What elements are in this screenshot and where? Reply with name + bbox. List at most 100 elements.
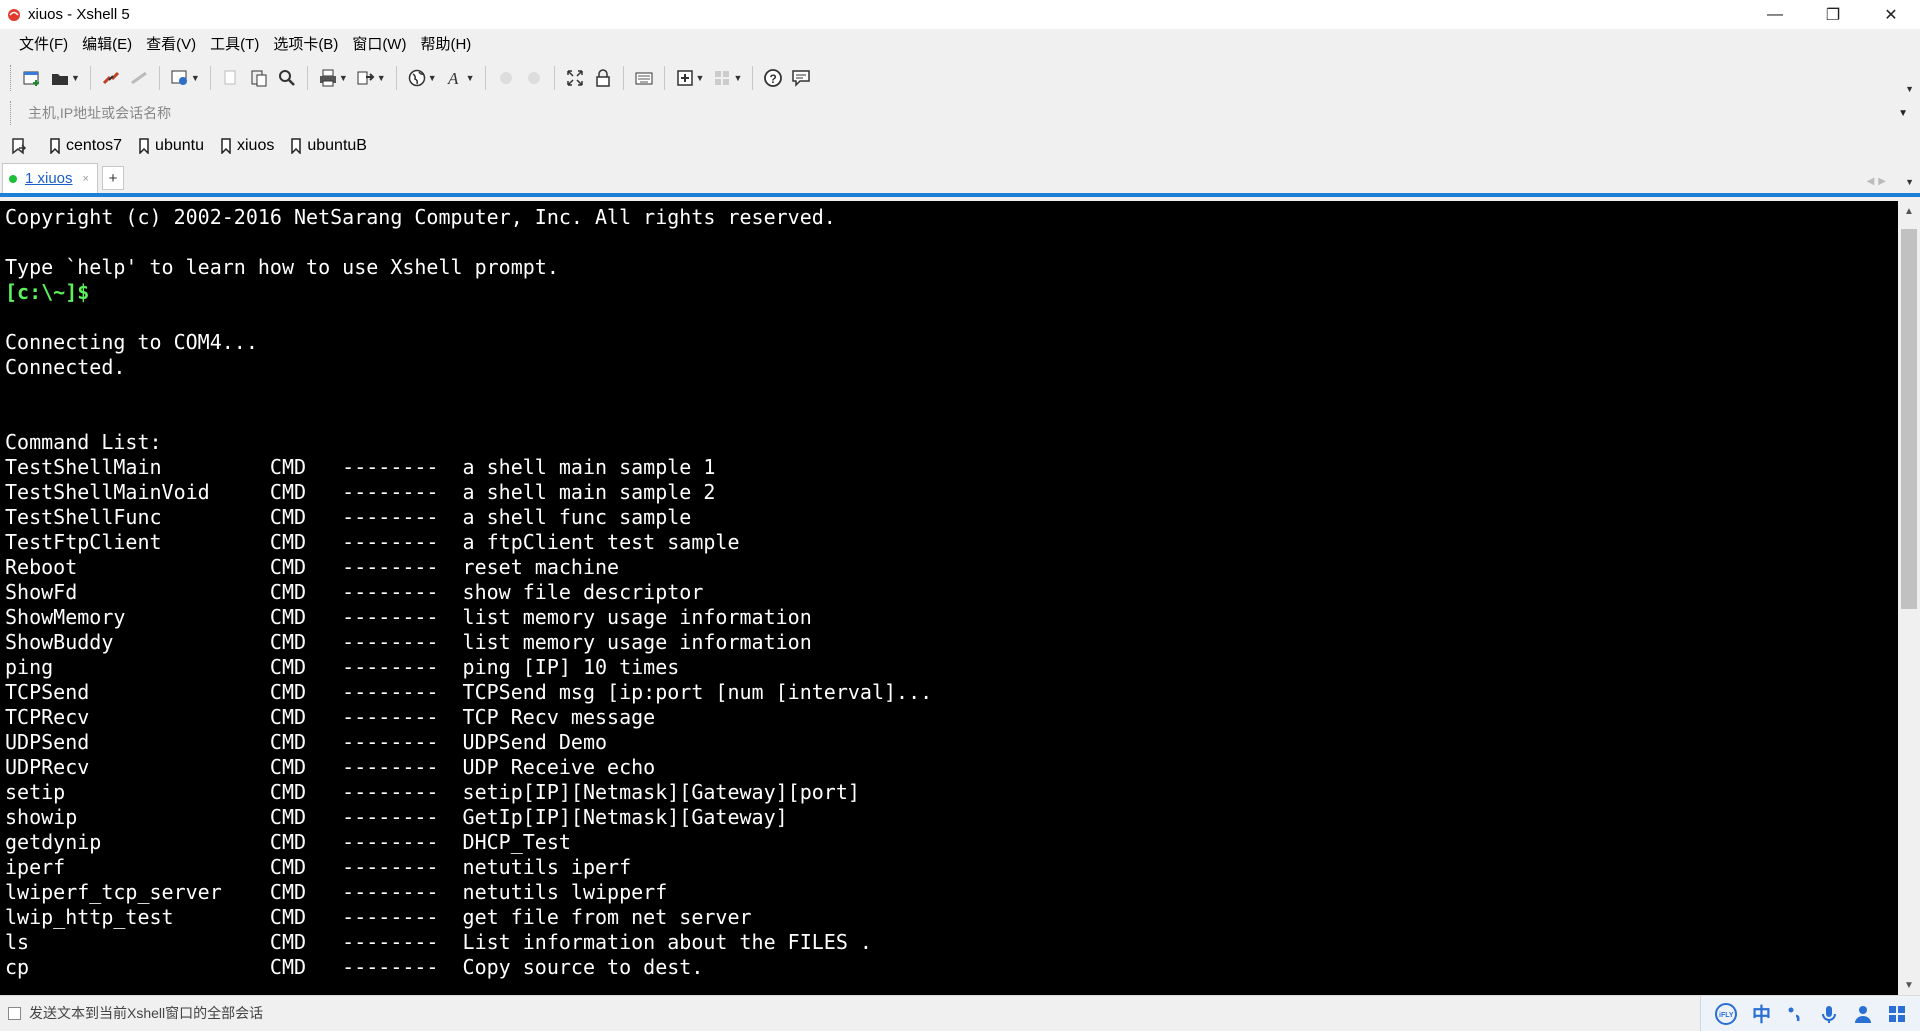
connected-status-icon (9, 174, 17, 183)
menu-edit[interactable]: 编辑(E) (75, 33, 139, 54)
toolbar-divider (306, 66, 308, 90)
terminal-line: ls CMD -------- List information about t… (5, 930, 872, 954)
fullscreen-icon[interactable] (561, 63, 589, 93)
find-icon[interactable] (273, 63, 301, 93)
terminal-line: showip CMD -------- GetIp[IP][Netmask][G… (5, 805, 788, 829)
menu-view[interactable]: 查看(V) (139, 33, 203, 54)
scroll-up-icon[interactable]: ▲ (1898, 201, 1920, 221)
lock-icon[interactable] (589, 63, 617, 93)
tab-label[interactable]: 1 xiuos (25, 170, 73, 187)
host-address-input[interactable] (28, 102, 1899, 124)
chevron-down-icon[interactable]: ▼ (466, 73, 475, 83)
terminal-line: TestShellMainVoid CMD -------- a shell m… (5, 480, 716, 504)
vertical-scrollbar[interactable]: ▲ ▼ (1898, 201, 1920, 995)
window-title: xiuos - Xshell 5 (28, 6, 130, 23)
disconnect-icon[interactable] (125, 63, 153, 93)
copy-icon[interactable] (217, 63, 245, 93)
menu-help[interactable]: 帮助(H) (413, 33, 478, 54)
menu-tabs[interactable]: 选项卡(B) (266, 33, 345, 54)
terminal-prompt: [c:\~]$ (5, 280, 90, 304)
chevron-down-icon[interactable]: ▼ (191, 73, 200, 83)
link-xiuos[interactable]: xiuos (220, 137, 274, 155)
toolbar-overflow-icon[interactable]: ▼ (1905, 84, 1914, 94)
terminal-line: TestFtpClient CMD -------- a ftpClient t… (5, 530, 740, 554)
links-bar-icon[interactable] (10, 137, 33, 155)
tab-close-icon[interactable]: × (83, 173, 89, 185)
scrollbar-thumb[interactable] (1901, 229, 1917, 609)
toolbar: ▼ ▼ ▼ ▼ ▼ A ▼ ▼ ▼ ? ▼ (0, 58, 1920, 98)
microphone-icon[interactable] (1819, 1004, 1839, 1024)
terminal-line: UDPSend CMD -------- UDPSend Demo (5, 730, 608, 754)
link-ubuntu[interactable]: ubuntu (138, 137, 204, 155)
back-icon[interactable] (492, 63, 520, 93)
font-icon[interactable]: A ▼ (441, 63, 479, 93)
terminal-line: iperf CMD -------- netutils iperf (5, 855, 632, 879)
minimize-button[interactable]: — (1746, 0, 1804, 29)
new-session-icon[interactable] (18, 63, 46, 93)
open-folder-icon[interactable]: ▼ (46, 63, 84, 93)
terminal-output[interactable]: Copyright (c) 2002-2016 NetSarang Comput… (0, 201, 1898, 995)
chevron-down-icon[interactable]: ▼ (733, 73, 742, 83)
menu-bar: 文件(F) 编辑(E) 查看(V) 工具(T) 选项卡(B) 窗口(W) 帮助(… (0, 29, 1920, 58)
terminal-line: Type `help' to learn how to use Xshell p… (5, 255, 559, 279)
terminal-line: UDPRecv CMD -------- UDP Receive echo (5, 755, 656, 779)
ime-chinese-mode[interactable]: 中 (1752, 1000, 1771, 1027)
close-button[interactable]: ✕ (1862, 0, 1920, 29)
globe-icon[interactable]: ▼ (403, 63, 441, 93)
link-ubuntuB[interactable]: ubuntuB (290, 137, 367, 155)
svg-text:iFLY: iFLY (1719, 1012, 1734, 1019)
link-centos7[interactable]: centos7 (49, 137, 122, 155)
transfer-icon[interactable]: ▼ (352, 63, 390, 93)
keyboard-icon[interactable] (630, 63, 658, 93)
maximize-button[interactable]: ❐ (1804, 0, 1862, 29)
chevron-down-icon[interactable]: ▼ (428, 73, 437, 83)
terminal-line: Connected. (5, 355, 126, 379)
chevron-down-icon[interactable]: ▼ (377, 73, 386, 83)
menu-file[interactable]: 文件(F) (12, 33, 75, 54)
tab-scroll-arrows-icon[interactable]: ◀▶ (1867, 176, 1890, 187)
menu-window[interactable]: 窗口(W) (345, 33, 413, 54)
chevron-down-icon[interactable]: ▼ (339, 73, 348, 83)
scroll-down-icon[interactable]: ▼ (1898, 975, 1920, 995)
terminal-line: TCPRecv CMD -------- TCP Recv message (5, 705, 656, 729)
links-bar: centos7 ubuntu xiuos ubuntuB (0, 128, 1920, 163)
toolbar-divider (158, 66, 160, 90)
compose-icon[interactable]: ▼ (671, 63, 709, 93)
apps-icon[interactable] (1887, 1004, 1907, 1024)
chat-icon[interactable] (787, 63, 815, 93)
chevron-down-icon[interactable]: ▼ (71, 73, 80, 83)
toolbar-divider (395, 66, 397, 90)
help-icon[interactable]: ? (759, 63, 787, 93)
tile-icon[interactable]: ▼ (708, 63, 746, 93)
menu-tools[interactable]: 工具(T) (203, 33, 266, 54)
toolbar-divider (209, 66, 211, 90)
forward-icon[interactable] (520, 63, 548, 93)
address-bar: ▼ (0, 98, 1920, 128)
add-tab-button[interactable]: + (101, 166, 124, 190)
link-label: centos7 (66, 136, 123, 154)
bookmark-icon (291, 137, 302, 154)
user-icon[interactable] (1853, 1004, 1873, 1024)
punctuation-icon[interactable] (1785, 1004, 1805, 1024)
reconnect-icon[interactable] (97, 63, 125, 93)
tab-bar: 1 xiuos × + ◀▶ ▼ (0, 163, 1920, 197)
tab-xiuos[interactable]: 1 xiuos × (2, 163, 98, 193)
terminal-area[interactable]: Copyright (c) 2002-2016 NetSarang Comput… (0, 201, 1920, 995)
properties-icon[interactable]: ▼ (166, 63, 204, 93)
bookmark-icon (221, 137, 231, 154)
toolbar-divider (663, 66, 665, 90)
terminal-line: ShowBuddy CMD -------- list memory usage… (5, 630, 812, 654)
toolbar-divider (622, 66, 624, 90)
terminal-line: TestShellFunc CMD -------- a shell func … (5, 505, 692, 529)
send-to-all-checkbox[interactable] (8, 1006, 21, 1020)
tab-menu-icon[interactable]: ▼ (1905, 177, 1914, 187)
terminal-line: getdynip CMD -------- DHCP_Test (5, 830, 571, 854)
terminal-line: lwip_http_test CMD -------- get file fro… (5, 905, 752, 929)
print-icon[interactable]: ▼ (314, 63, 352, 93)
ime-logo-icon[interactable]: iFLY (1714, 1002, 1738, 1026)
chevron-down-icon[interactable]: ▼ (1898, 108, 1908, 119)
paste-icon[interactable] (245, 63, 273, 93)
chevron-down-icon[interactable]: ▼ (696, 73, 705, 83)
